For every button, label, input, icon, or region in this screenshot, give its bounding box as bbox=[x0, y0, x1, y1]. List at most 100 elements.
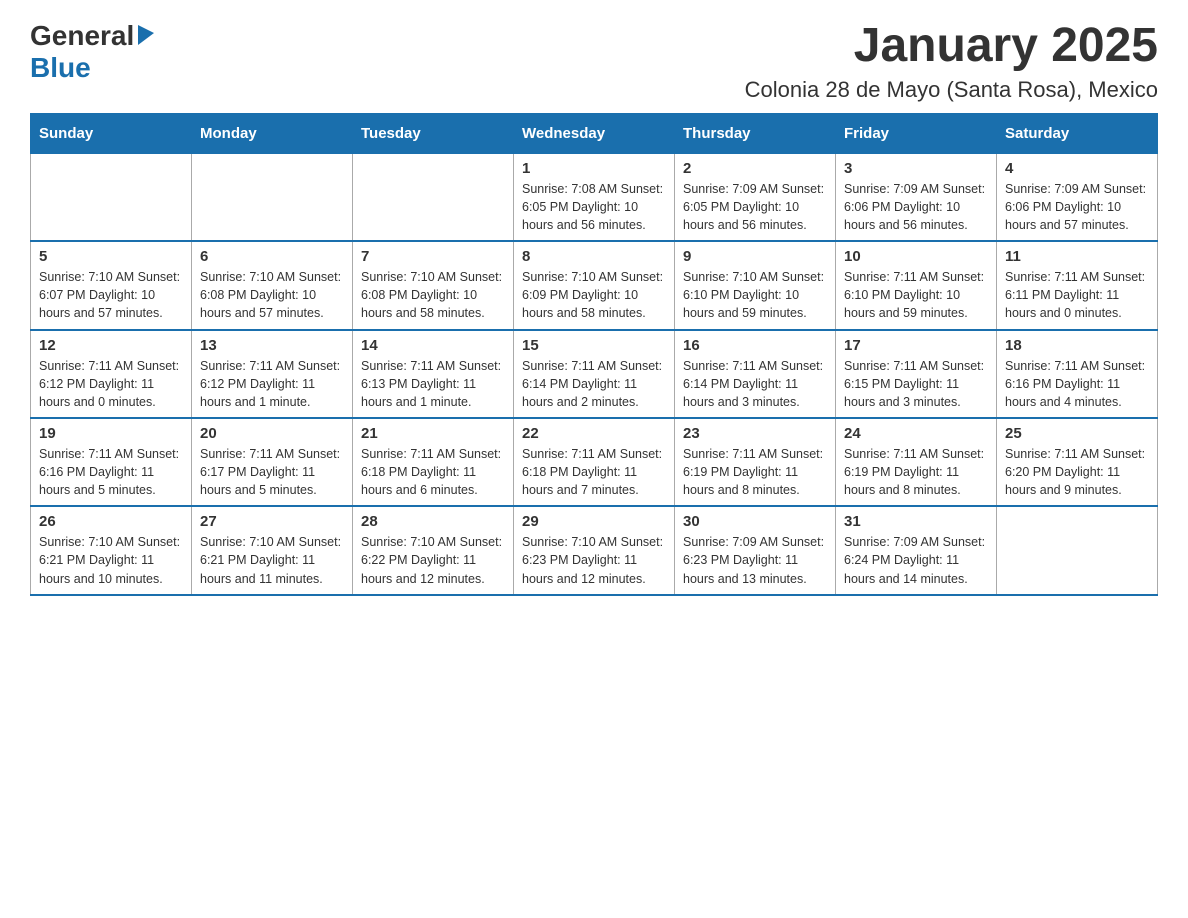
day-number: 2 bbox=[683, 160, 827, 177]
page-header: General Blue January 2025 Colonia 28 de … bbox=[30, 20, 1158, 103]
calendar-cell: 19 Sunrise: 7:11 AM Sunset: 6:16 PM Dayli… bbox=[31, 418, 192, 506]
calendar-cell: 11 Sunrise: 7:11 AM Sunset: 6:11 PM Dayli… bbox=[997, 241, 1158, 329]
day-number: 7 bbox=[361, 248, 505, 265]
logo: General Blue bbox=[30, 20, 154, 84]
day-number: 10 bbox=[844, 248, 988, 265]
day-number: 15 bbox=[522, 337, 666, 354]
calendar-cell: 14Sunrise: 7:11 AM Sunset: 6:13 PM Dayli… bbox=[353, 330, 514, 418]
col-tuesday: Tuesday bbox=[353, 114, 514, 153]
day-info: Sunrise: 7:11 AM Sunset: 6:16 PM Dayligh… bbox=[1005, 357, 1149, 411]
calendar-cell: 24 Sunrise: 7:11 AM Sunset: 6:19 PM Dayli… bbox=[836, 418, 997, 506]
day-number: 29 bbox=[522, 513, 666, 530]
col-thursday: Thursday bbox=[675, 114, 836, 153]
day-number: 20 bbox=[200, 425, 344, 442]
calendar-cell: 23Sunrise: 7:11 AM Sunset: 6:19 PM Dayli… bbox=[675, 418, 836, 506]
day-info: Sunrise: 7:11 AM Sunset: 6:13 PM Dayligh… bbox=[361, 357, 505, 411]
day-number: 9 bbox=[683, 248, 827, 265]
calendar-cell: 25 Sunrise: 7:11 AM Sunset: 6:20 PM Dayli… bbox=[997, 418, 1158, 506]
calendar-cell bbox=[353, 153, 514, 241]
day-info: Sunrise: 7:11 AM Sunset: 6:20 PM Dayligh… bbox=[1005, 445, 1149, 499]
calendar-cell: 3Sunrise: 7:09 AM Sunset: 6:06 PM Daylig… bbox=[836, 153, 997, 241]
day-info: Sunrise: 7:11 AM Sunset: 6:14 PM Dayligh… bbox=[522, 357, 666, 411]
day-info: Sunrise: 7:10 AM Sunset: 6:22 PM Dayligh… bbox=[361, 533, 505, 587]
day-number: 16 bbox=[683, 337, 827, 354]
month-title: January 2025 bbox=[745, 20, 1158, 73]
col-sunday: Sunday bbox=[31, 114, 192, 153]
col-monday: Monday bbox=[192, 114, 353, 153]
calendar-cell: 27Sunrise: 7:10 AM Sunset: 6:21 PM Dayli… bbox=[192, 506, 353, 594]
calendar-cell: 31 Sunrise: 7:09 AM Sunset: 6:24 PM Dayli… bbox=[836, 506, 997, 594]
day-number: 25 bbox=[1005, 425, 1149, 442]
day-info: Sunrise: 7:10 AM Sunset: 6:08 PM Dayligh… bbox=[200, 268, 344, 322]
day-number: 12 bbox=[39, 337, 183, 354]
location-title: Colonia 28 de Mayo (Santa Rosa), Mexico bbox=[745, 77, 1158, 103]
day-number: 24 bbox=[844, 425, 988, 442]
calendar-cell: 13Sunrise: 7:11 AM Sunset: 6:12 PM Dayli… bbox=[192, 330, 353, 418]
day-number: 1 bbox=[522, 160, 666, 177]
calendar-cell: 5 Sunrise: 7:10 AM Sunset: 6:07 PM Daylig… bbox=[31, 241, 192, 329]
day-number: 31 bbox=[844, 513, 988, 530]
day-info: Sunrise: 7:09 AM Sunset: 6:05 PM Dayligh… bbox=[683, 180, 827, 234]
calendar-cell: 18 Sunrise: 7:11 AM Sunset: 6:16 PM Dayli… bbox=[997, 330, 1158, 418]
calendar-cell: 16 Sunrise: 7:11 AM Sunset: 6:14 PM Dayli… bbox=[675, 330, 836, 418]
day-info: Sunrise: 7:11 AM Sunset: 6:12 PM Dayligh… bbox=[39, 357, 183, 411]
day-number: 18 bbox=[1005, 337, 1149, 354]
day-info: Sunrise: 7:10 AM Sunset: 6:10 PM Dayligh… bbox=[683, 268, 827, 322]
calendar-cell: 8 Sunrise: 7:10 AM Sunset: 6:09 PM Daylig… bbox=[514, 241, 675, 329]
day-info: Sunrise: 7:09 AM Sunset: 6:23 PM Dayligh… bbox=[683, 533, 827, 587]
calendar-cell: 26Sunrise: 7:10 AM Sunset: 6:21 PM Dayli… bbox=[31, 506, 192, 594]
calendar-cell: 17Sunrise: 7:11 AM Sunset: 6:15 PM Dayli… bbox=[836, 330, 997, 418]
calendar-cell bbox=[192, 153, 353, 241]
logo-triangle-icon bbox=[138, 25, 154, 50]
calendar-cell: 4 Sunrise: 7:09 AM Sunset: 6:06 PM Daylig… bbox=[997, 153, 1158, 241]
day-info: Sunrise: 7:09 AM Sunset: 6:24 PM Dayligh… bbox=[844, 533, 988, 587]
calendar-cell: 9 Sunrise: 7:10 AM Sunset: 6:10 PM Daylig… bbox=[675, 241, 836, 329]
day-number: 27 bbox=[200, 513, 344, 530]
day-info: Sunrise: 7:11 AM Sunset: 6:18 PM Dayligh… bbox=[361, 445, 505, 499]
day-info: Sunrise: 7:10 AM Sunset: 6:08 PM Dayligh… bbox=[361, 268, 505, 322]
week-row-5: 26Sunrise: 7:10 AM Sunset: 6:21 PM Dayli… bbox=[31, 506, 1158, 594]
day-info: Sunrise: 7:11 AM Sunset: 6:19 PM Dayligh… bbox=[844, 445, 988, 499]
day-number: 21 bbox=[361, 425, 505, 442]
calendar-cell: 1 Sunrise: 7:08 AM Sunset: 6:05 PM Daylig… bbox=[514, 153, 675, 241]
col-friday: Friday bbox=[836, 114, 997, 153]
title-area: January 2025 Colonia 28 de Mayo (Santa R… bbox=[745, 20, 1158, 103]
day-number: 6 bbox=[200, 248, 344, 265]
calendar-table: Sunday Monday Tuesday Wednesday Thursday… bbox=[30, 113, 1158, 596]
calendar-cell: 28 Sunrise: 7:10 AM Sunset: 6:22 PM Dayli… bbox=[353, 506, 514, 594]
calendar-cell: 10 Sunrise: 7:11 AM Sunset: 6:10 PM Dayli… bbox=[836, 241, 997, 329]
day-number: 5 bbox=[39, 248, 183, 265]
day-info: Sunrise: 7:11 AM Sunset: 6:10 PM Dayligh… bbox=[844, 268, 988, 322]
day-number: 8 bbox=[522, 248, 666, 265]
day-number: 3 bbox=[844, 160, 988, 177]
calendar-cell: 20 Sunrise: 7:11 AM Sunset: 6:17 PM Dayli… bbox=[192, 418, 353, 506]
calendar-cell bbox=[997, 506, 1158, 594]
calendar-cell: 22 Sunrise: 7:11 AM Sunset: 6:18 PM Dayli… bbox=[514, 418, 675, 506]
calendar-body: 1 Sunrise: 7:08 AM Sunset: 6:05 PM Daylig… bbox=[31, 153, 1158, 595]
day-number: 17 bbox=[844, 337, 988, 354]
day-info: Sunrise: 7:11 AM Sunset: 6:14 PM Dayligh… bbox=[683, 357, 827, 411]
calendar-cell: 30 Sunrise: 7:09 AM Sunset: 6:23 PM Dayli… bbox=[675, 506, 836, 594]
day-number: 4 bbox=[1005, 160, 1149, 177]
logo-general-text: General bbox=[30, 20, 134, 52]
day-info: Sunrise: 7:11 AM Sunset: 6:18 PM Dayligh… bbox=[522, 445, 666, 499]
day-number: 22 bbox=[522, 425, 666, 442]
day-info: Sunrise: 7:11 AM Sunset: 6:17 PM Dayligh… bbox=[200, 445, 344, 499]
calendar-cell: 6 Sunrise: 7:10 AM Sunset: 6:08 PM Daylig… bbox=[192, 241, 353, 329]
day-number: 11 bbox=[1005, 248, 1149, 265]
week-row-2: 5 Sunrise: 7:10 AM Sunset: 6:07 PM Daylig… bbox=[31, 241, 1158, 329]
week-row-4: 19 Sunrise: 7:11 AM Sunset: 6:16 PM Dayli… bbox=[31, 418, 1158, 506]
day-info: Sunrise: 7:09 AM Sunset: 6:06 PM Dayligh… bbox=[1005, 180, 1149, 234]
calendar-cell: 29Sunrise: 7:10 AM Sunset: 6:23 PM Dayli… bbox=[514, 506, 675, 594]
day-info: Sunrise: 7:11 AM Sunset: 6:16 PM Dayligh… bbox=[39, 445, 183, 499]
day-number: 19 bbox=[39, 425, 183, 442]
calendar-cell: 2 Sunrise: 7:09 AM Sunset: 6:05 PM Daylig… bbox=[675, 153, 836, 241]
day-number: 23 bbox=[683, 425, 827, 442]
day-info: Sunrise: 7:10 AM Sunset: 6:09 PM Dayligh… bbox=[522, 268, 666, 322]
day-info: Sunrise: 7:08 AM Sunset: 6:05 PM Dayligh… bbox=[522, 180, 666, 234]
day-number: 30 bbox=[683, 513, 827, 530]
day-number: 28 bbox=[361, 513, 505, 530]
day-info: Sunrise: 7:11 AM Sunset: 6:11 PM Dayligh… bbox=[1005, 268, 1149, 322]
day-info: Sunrise: 7:10 AM Sunset: 6:07 PM Dayligh… bbox=[39, 268, 183, 322]
col-saturday: Saturday bbox=[997, 114, 1158, 153]
